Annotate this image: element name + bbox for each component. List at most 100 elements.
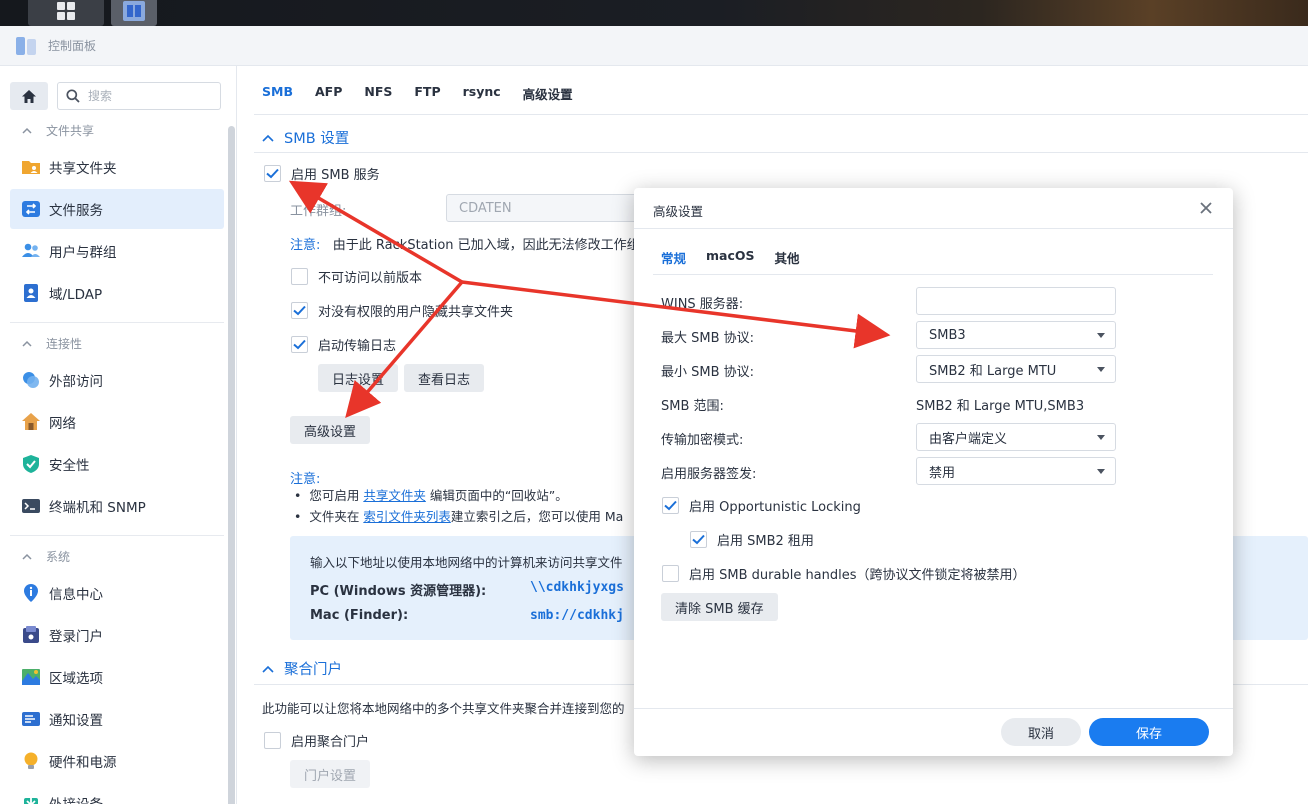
encryption-select[interactable]: 由客户端定义 <box>916 423 1116 451</box>
home-button[interactable] <box>10 82 48 110</box>
sidebar-item-label: 文件服务 <box>49 203 103 219</box>
smb-section-header[interactable]: SMB 设置 <box>262 127 349 148</box>
enable-smb-checkbox[interactable] <box>264 165 281 182</box>
sidebar-item-label: 网络 <box>49 416 76 432</box>
max-smb-select[interactable]: SMB3 <box>916 321 1116 349</box>
sidebar-item-file-services[interactable]: 文件服务 <box>10 189 224 229</box>
prev-versions-checkbox[interactable] <box>291 268 308 285</box>
control-panel-icon <box>123 1 145 21</box>
sidebar-scrollbar[interactable] <box>228 126 235 804</box>
mac-label: Mac (Finder): <box>310 608 409 623</box>
dialog-tabs: 常规 macOS 其他 <box>661 248 820 275</box>
portal-section-header[interactable]: 聚合门户 <box>262 658 342 679</box>
info-text: 输入以下地址以使用本地网络中的计算机来访问共享文件 <box>310 555 623 570</box>
sidebar-item-label: 共享文件夹 <box>49 161 117 177</box>
wins-field[interactable] <box>916 287 1116 315</box>
dialog-tab-general[interactable]: 常规 <box>661 248 686 275</box>
hide-folders-checkbox[interactable] <box>291 302 308 319</box>
enable-portal-checkbox[interactable] <box>264 732 281 749</box>
cancel-button[interactable]: 取消 <box>1001 718 1081 746</box>
main-menu-button[interactable] <box>28 0 104 26</box>
sidebar-item-notification[interactable]: 通知设置 <box>10 699 224 739</box>
oplock-checkbox[interactable] <box>662 497 679 514</box>
group-file-sharing[interactable]: 文件共享 <box>22 119 94 141</box>
note-text: 由于此 RackStation 已加入域，因此无法修改工作组 <box>332 238 640 253</box>
dropdown-caret-icon <box>1097 367 1105 372</box>
sidebar-item-label: 安全性 <box>49 458 90 474</box>
min-smb-select[interactable]: SMB2 和 Large MTU <box>916 355 1116 383</box>
enable-portal-label: 启用聚合门户 <box>291 735 370 750</box>
tab-smb[interactable]: SMB <box>262 84 293 108</box>
group-label: 文件共享 <box>46 123 95 138</box>
enable-smb-row: 启用 SMB 服务 <box>264 164 380 183</box>
dialog-footer-divider <box>634 708 1233 709</box>
sidebar: 文件共享 共享文件夹 文件服务 用户与群组 域/LDAP 连接性 外部访问 网络… <box>0 66 237 804</box>
workgroup-value: CDATEN <box>459 200 512 216</box>
search-box[interactable] <box>57 82 221 110</box>
external-devices-icon <box>24 794 38 804</box>
view-log-button[interactable]: 查看日志 <box>404 364 485 392</box>
dialog-title: 高级设置 <box>653 204 704 219</box>
dialog-tab-other[interactable]: 其他 <box>775 248 800 275</box>
clear-smb-cache-button[interactable]: 清除 SMB 缓存 <box>661 593 778 621</box>
sidebar-item-regional-options[interactable]: 区域选项 <box>10 657 224 697</box>
sidebar-item-hardware-power[interactable]: 硬件和电源 <box>10 741 224 781</box>
checkmark-icon <box>692 534 705 545</box>
sidebar-item-security[interactable]: 安全性 <box>10 444 224 484</box>
taskbar-control-panel-button[interactable] <box>111 0 157 26</box>
save-button[interactable]: 保存 <box>1089 718 1209 746</box>
tab-advanced[interactable]: 高级设置 <box>523 84 573 108</box>
sidebar-item-label: 终端机和 SNMP <box>49 500 146 516</box>
sidebar-item-external-access[interactable]: 外部访问 <box>10 360 224 400</box>
chevron-up-icon <box>262 134 274 142</box>
search-input[interactable] <box>88 89 208 103</box>
group-connectivity[interactable]: 连接性 <box>22 332 82 354</box>
signing-select[interactable]: 禁用 <box>916 457 1116 485</box>
index-folder-list-link[interactable]: 索引文件夹列表 <box>363 509 451 524</box>
enable-portal-row: 启用聚合门户 <box>264 731 369 750</box>
window-title: 控制面板 <box>48 39 97 53</box>
sidebar-item-label: 信息中心 <box>49 587 103 603</box>
smb-range-value: SMB2 和 Large MTU,SMB3 <box>916 399 1085 414</box>
tab-nfs[interactable]: NFS <box>364 84 392 108</box>
sidebar-item-network[interactable]: 网络 <box>10 402 224 442</box>
dialog-tab-macos[interactable]: macOS <box>706 248 755 275</box>
transfer-log-checkbox[interactable] <box>291 336 308 353</box>
durable-handles-checkbox[interactable] <box>662 565 679 582</box>
prev-versions-row: 不可访问以前版本 <box>291 267 422 286</box>
dropdown-caret-icon <box>1097 435 1105 440</box>
sidebar-item-domain-ldap[interactable]: 域/LDAP <box>10 273 224 313</box>
note-bullet: • 文件夹在 索引文件夹列表建立索引之后，您可以使用 Ma <box>294 509 624 524</box>
tab-afp[interactable]: AFP <box>315 84 342 108</box>
workgroup-note: 注意: 由于此 RackStation 已加入域，因此无法修改工作组 <box>290 234 640 253</box>
prev-versions-label: 不可访问以前版本 <box>318 271 423 286</box>
sidebar-item-external-devices[interactable]: 外接设备 <box>10 783 224 804</box>
tab-ftp[interactable]: FTP <box>414 84 440 108</box>
pc-label: PC (Windows 资源管理器): <box>310 584 487 599</box>
chevron-up-icon <box>22 340 32 347</box>
window-titlebar: 控制面板 <box>0 26 1308 66</box>
sidebar-item-shared-folder[interactable]: 共享文件夹 <box>10 147 224 187</box>
checkmark-icon <box>293 339 306 350</box>
sidebar-item-login-portal[interactable]: 登录门户 <box>10 615 224 655</box>
sidebar-item-label: 域/LDAP <box>49 287 103 303</box>
dialog-tabs-divider <box>653 274 1213 275</box>
sidebar-item-users-groups[interactable]: 用户与群组 <box>10 231 224 271</box>
close-icon[interactable] <box>1197 199 1215 217</box>
login-portal-icon <box>23 626 39 643</box>
sidebar-item-terminal-snmp[interactable]: 终端机和 SNMP <box>10 486 224 526</box>
sidebar-item-info-center[interactable]: 信息中心 <box>10 573 224 613</box>
advanced-settings-button[interactable]: 高级设置 <box>290 416 371 444</box>
checkmark-icon <box>266 168 279 179</box>
log-settings-button[interactable]: 日志设置 <box>318 364 399 392</box>
group-system[interactable]: 系统 <box>22 545 70 567</box>
workgroup-field[interactable]: CDATEN <box>446 194 646 222</box>
portal-settings-button[interactable]: 门户设置 <box>290 760 371 788</box>
info-center-icon <box>24 584 38 602</box>
oplock-row: 启用 Opportunistic Locking <box>662 496 861 515</box>
tab-rsync[interactable]: rsync <box>463 84 501 108</box>
smb2-lease-checkbox[interactable] <box>690 531 707 548</box>
workgroup-label: 工作群组: <box>290 204 347 219</box>
shared-folder-link[interactable]: 共享文件夹 <box>363 488 426 503</box>
wins-input[interactable] <box>929 293 1109 309</box>
